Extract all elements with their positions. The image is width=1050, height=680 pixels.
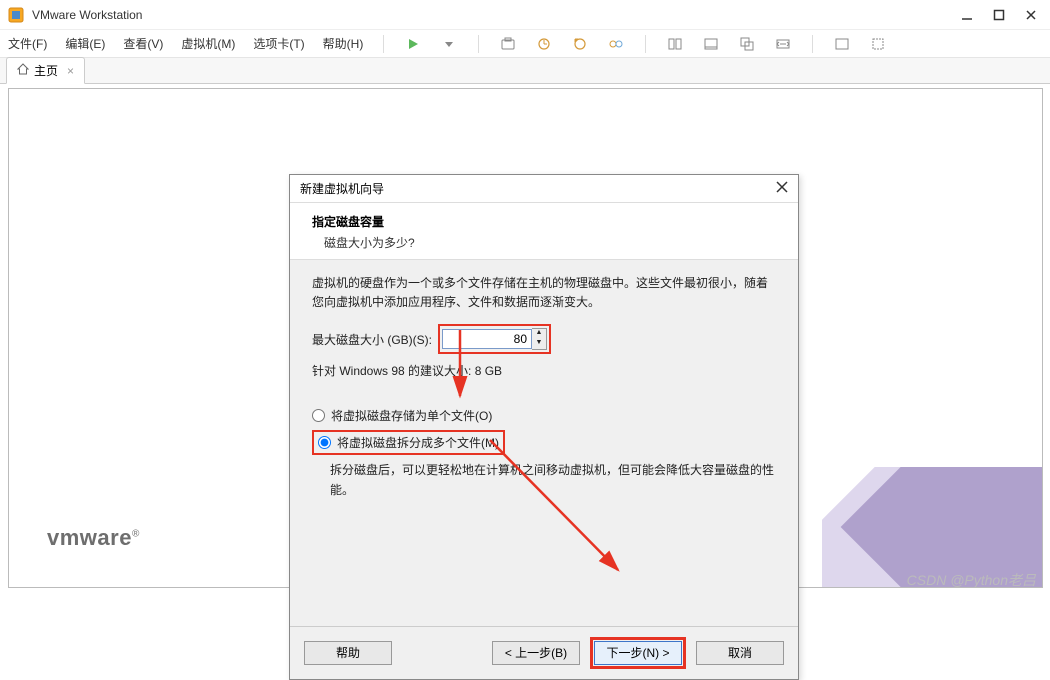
cancel-button[interactable]: 取消 bbox=[696, 641, 784, 665]
spin-down-button[interactable]: ▼ bbox=[532, 339, 546, 349]
separator bbox=[812, 35, 813, 53]
layout-single-icon[interactable] bbox=[702, 35, 720, 53]
snapshot-icon[interactable] bbox=[499, 35, 517, 53]
dialog-description: 虚拟机的硬盘作为一个或多个文件存储在主机的物理磁盘中。这些文件最初很小，随着您向… bbox=[312, 274, 776, 312]
menu-file[interactable]: 文件(F) bbox=[8, 35, 47, 52]
dialog-heading: 指定磁盘容量 bbox=[312, 213, 776, 230]
quick-switch-icon[interactable] bbox=[869, 35, 887, 53]
menu-view[interactable]: 查看(V) bbox=[123, 35, 163, 52]
fullscreen-icon[interactable] bbox=[833, 35, 851, 53]
app-title: VMware Workstation bbox=[32, 8, 960, 22]
close-button[interactable] bbox=[1024, 8, 1038, 22]
radio-single-file[interactable] bbox=[312, 409, 325, 422]
next-button[interactable]: 下一步(N) > bbox=[594, 641, 682, 665]
help-button[interactable]: 帮助 bbox=[304, 641, 392, 665]
dialog-titlebar: 新建虚拟机向导 bbox=[290, 175, 798, 203]
tabbar: 主页 × bbox=[0, 58, 1050, 84]
radio-single-file-label: 将虚拟磁盘存储为单个文件(O) bbox=[331, 407, 492, 424]
menu-vm[interactable]: 虚拟机(M) bbox=[181, 35, 235, 52]
layout-thumb-icon[interactable] bbox=[666, 35, 684, 53]
separator bbox=[645, 35, 646, 53]
app-icon bbox=[8, 7, 24, 23]
corner-decoration bbox=[822, 467, 1042, 587]
new-vm-wizard-dialog: 新建虚拟机向导 指定磁盘容量 磁盘大小为多少? 虚拟机的硬盘作为一个或多个文件存… bbox=[289, 174, 799, 680]
next-button-highlight: 下一步(N) > bbox=[590, 637, 686, 669]
menubar: 文件(F) 编辑(E) 查看(V) 虚拟机(M) 选项卡(T) 帮助(H) bbox=[0, 30, 1050, 58]
watermark: CSDN @Python老吕 bbox=[907, 570, 1036, 590]
power-on-icon[interactable] bbox=[404, 35, 422, 53]
dialog-body: 虚拟机的硬盘作为一个或多个文件存储在主机的物理磁盘中。这些文件最初很小，随着您向… bbox=[290, 260, 798, 626]
disk-size-label: 最大磁盘大小 (GB)(S): bbox=[312, 331, 432, 348]
radio-split-highlight: 将虚拟磁盘拆分成多个文件(M) bbox=[312, 430, 505, 455]
snapshot-take-icon[interactable] bbox=[535, 35, 553, 53]
radio-single-file-row[interactable]: 将虚拟磁盘存储为单个文件(O) bbox=[312, 407, 776, 424]
radio-split-files[interactable] bbox=[318, 436, 331, 449]
menu-edit[interactable]: 编辑(E) bbox=[65, 35, 105, 52]
window-controls bbox=[960, 8, 1042, 22]
separator bbox=[478, 35, 479, 53]
tab-close-icon[interactable]: × bbox=[67, 64, 74, 78]
split-hint: 拆分磁盘后，可以更轻松地在计算机之间移动虚拟机，但可能会降低大容量磁盘的性能。 bbox=[312, 461, 776, 499]
tab-label: 主页 bbox=[34, 62, 58, 79]
dialog-title: 新建虚拟机向导 bbox=[300, 180, 776, 197]
dialog-footer: 帮助 < 上一步(B) 下一步(N) > 取消 bbox=[290, 626, 798, 679]
snapshot-manage-icon[interactable] bbox=[607, 35, 625, 53]
recommended-size: 针对 Windows 98 的建议大小: 8 GB bbox=[312, 362, 776, 379]
separator bbox=[383, 35, 384, 53]
radio-split-files-row[interactable]: 将虚拟磁盘拆分成多个文件(M) bbox=[312, 430, 776, 455]
disk-size-row: 最大磁盘大小 (GB)(S): ▲ ▼ bbox=[312, 324, 776, 354]
dialog-header: 指定磁盘容量 磁盘大小为多少? bbox=[290, 203, 798, 260]
radio-split-files-label: 将虚拟磁盘拆分成多个文件(M) bbox=[337, 434, 499, 451]
spin-up-button[interactable]: ▲ bbox=[532, 329, 546, 339]
dialog-close-icon[interactable] bbox=[776, 181, 788, 196]
fullscreen-stretch-icon[interactable] bbox=[774, 35, 792, 53]
tab-home[interactable]: 主页 × bbox=[6, 57, 85, 84]
content-area: vmware® 新建虚拟机向导 指定磁盘容量 磁盘大小为多少? 虚拟机的硬盘作为… bbox=[8, 88, 1043, 588]
unity-icon[interactable] bbox=[738, 35, 756, 53]
snapshot-revert-icon[interactable] bbox=[571, 35, 589, 53]
chevron-down-icon[interactable] bbox=[440, 35, 458, 53]
home-icon bbox=[17, 63, 29, 78]
titlebar: VMware Workstation bbox=[0, 0, 1050, 30]
vmware-logo: vmware® bbox=[47, 525, 140, 551]
menu-tabs[interactable]: 选项卡(T) bbox=[253, 35, 304, 52]
dialog-subheading: 磁盘大小为多少? bbox=[312, 234, 776, 251]
menu-help[interactable]: 帮助(H) bbox=[323, 35, 364, 52]
disk-size-input[interactable] bbox=[442, 329, 532, 349]
spin-buttons: ▲ ▼ bbox=[532, 328, 547, 350]
disk-size-highlight: ▲ ▼ bbox=[438, 324, 551, 354]
back-button[interactable]: < 上一步(B) bbox=[492, 641, 580, 665]
maximize-button[interactable] bbox=[992, 8, 1006, 22]
minimize-button[interactable] bbox=[960, 8, 974, 22]
